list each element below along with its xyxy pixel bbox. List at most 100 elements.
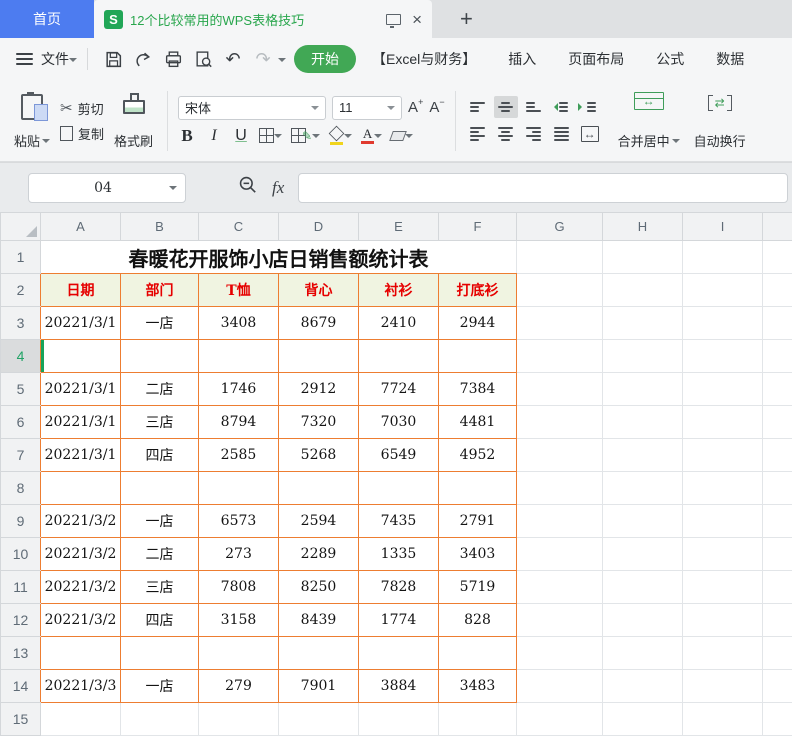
header-cell[interactable]: 打底衫 [439, 274, 517, 307]
cell[interactable] [603, 406, 683, 439]
cell[interactable] [439, 703, 517, 736]
cut-button[interactable]: ✂剪切 [60, 99, 104, 118]
cell[interactable] [517, 340, 603, 373]
cell[interactable]: 3408 [199, 307, 279, 340]
cell[interactable]: 4952 [439, 439, 517, 472]
cell[interactable] [763, 604, 792, 637]
cell[interactable] [603, 472, 683, 505]
cell[interactable] [603, 571, 683, 604]
cell[interactable]: 7030 [359, 406, 439, 439]
cell[interactable] [683, 538, 763, 571]
cell[interactable]: 8250 [279, 571, 359, 604]
row-header[interactable]: 8 [1, 472, 41, 505]
cell[interactable] [603, 637, 683, 670]
cell[interactable] [41, 637, 121, 670]
cell[interactable]: 2585 [199, 439, 279, 472]
cell[interactable]: 20221/3/1 [41, 439, 121, 472]
cell[interactable]: 二店 [121, 538, 199, 571]
column-header-b[interactable]: B [121, 213, 199, 241]
row-header[interactable]: 13 [1, 637, 41, 670]
cell[interactable]: 3403 [439, 538, 517, 571]
cell[interactable] [121, 340, 199, 373]
cell[interactable]: 1774 [359, 604, 439, 637]
bold-button[interactable]: B [178, 126, 196, 146]
row-header[interactable]: 6 [1, 406, 41, 439]
cell[interactable] [517, 670, 603, 703]
cell[interactable]: 828 [439, 604, 517, 637]
align-center-button[interactable] [494, 123, 518, 145]
cell[interactable]: 7901 [279, 670, 359, 703]
cell[interactable] [603, 505, 683, 538]
cell[interactable] [41, 703, 121, 736]
hamburger-menu-icon[interactable] [16, 53, 33, 65]
cell[interactable] [359, 703, 439, 736]
decrease-font-button[interactable]: A− [429, 99, 444, 116]
cell[interactable] [279, 703, 359, 736]
cell[interactable] [603, 373, 683, 406]
export-icon[interactable] [130, 46, 156, 72]
cell[interactable] [121, 472, 199, 505]
cell[interactable] [517, 703, 603, 736]
cell[interactable] [517, 472, 603, 505]
paste-button[interactable]: 粘贴 [10, 90, 54, 152]
monitor-icon[interactable] [386, 14, 401, 25]
column-header-i[interactable]: I [683, 213, 763, 241]
cell[interactable]: 7828 [359, 571, 439, 604]
justify-button[interactable] [550, 123, 574, 145]
cell[interactable]: 20221/3/1 [41, 406, 121, 439]
cell[interactable] [439, 472, 517, 505]
cell[interactable] [121, 703, 199, 736]
header-cell[interactable]: 背心 [279, 274, 359, 307]
cell[interactable] [199, 472, 279, 505]
row-header[interactable]: 5 [1, 373, 41, 406]
row-header[interactable]: 12 [1, 604, 41, 637]
header-cell[interactable]: 衬衫 [359, 274, 439, 307]
cell[interactable]: 20221/3/2 [41, 505, 121, 538]
name-box[interactable]: 04 [28, 173, 186, 203]
cell[interactable] [517, 439, 603, 472]
cell[interactable] [763, 637, 792, 670]
cell[interactable] [603, 340, 683, 373]
underline-button[interactable]: U [232, 127, 250, 145]
ribbon-tab-start[interactable]: 开始 [294, 45, 356, 73]
cell[interactable]: 273 [199, 538, 279, 571]
cell[interactable]: 2289 [279, 538, 359, 571]
cell[interactable]: 20221/3/3 [41, 670, 121, 703]
align-top-button[interactable] [466, 96, 490, 118]
align-left-button[interactable] [466, 123, 490, 145]
fill-color-button[interactable] [329, 126, 352, 145]
cell[interactable]: 279 [199, 670, 279, 703]
cell[interactable] [683, 373, 763, 406]
more-quick-actions-icon[interactable] [278, 58, 286, 66]
cell[interactable]: 3884 [359, 670, 439, 703]
cell[interactable]: 6549 [359, 439, 439, 472]
close-tab-icon[interactable]: × [412, 11, 422, 28]
cell[interactable] [359, 637, 439, 670]
row-header[interactable]: 1 [1, 241, 41, 274]
cell[interactable]: 7320 [279, 406, 359, 439]
wrap-text-button[interactable]: ⇄ 自动换行 [690, 90, 750, 152]
cell[interactable]: 8794 [199, 406, 279, 439]
increase-indent-button[interactable] [578, 96, 602, 118]
cell[interactable] [603, 439, 683, 472]
cell[interactable]: 一店 [121, 307, 199, 340]
cell[interactable]: 5268 [279, 439, 359, 472]
cell[interactable]: 2944 [439, 307, 517, 340]
cell[interactable] [763, 274, 792, 307]
cell[interactable] [763, 406, 792, 439]
cell[interactable] [121, 637, 199, 670]
cell[interactable]: 7384 [439, 373, 517, 406]
clear-format-button[interactable] [391, 129, 413, 143]
cell[interactable] [199, 340, 279, 373]
cell[interactable]: 一店 [121, 505, 199, 538]
cell[interactable] [763, 241, 792, 274]
zoom-out-icon[interactable] [238, 175, 258, 200]
merge-center-button[interactable]: ↔ 合并居中 [614, 90, 684, 152]
cell[interactable] [763, 373, 792, 406]
row-header[interactable]: 2 [1, 274, 41, 307]
menu-excel-finance[interactable]: 【Excel与财务】 [372, 49, 476, 69]
cell[interactable]: 7435 [359, 505, 439, 538]
cell[interactable] [41, 472, 121, 505]
text-orientation-button[interactable]: ↔ [578, 123, 602, 145]
column-header-c[interactable]: C [199, 213, 279, 241]
